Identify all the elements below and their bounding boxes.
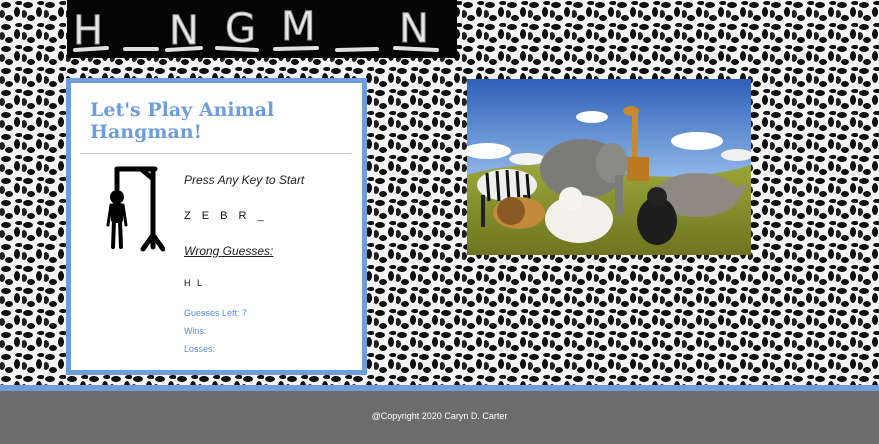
banner-letter: G	[225, 6, 256, 52]
start-prompt: Press Any Key to Start	[184, 173, 305, 187]
wrong-guesses-label: Wrong Guesses:	[184, 244, 274, 258]
footer: @Copyright 2020 Caryn D. Carter	[0, 391, 879, 444]
blank-underline	[165, 46, 203, 52]
blank-underline	[335, 47, 379, 52]
animals-illustration	[467, 79, 751, 255]
animals-group-image	[467, 79, 751, 255]
word-display: Z E B R _	[184, 210, 268, 222]
blank-underline	[273, 46, 319, 51]
guesses-left: Guesses Left: 7	[184, 308, 248, 318]
banner-letter: N	[399, 6, 429, 52]
blank-underline	[215, 46, 259, 52]
losses-count: Losses:	[184, 344, 216, 354]
wins-count: Wins:	[184, 326, 207, 336]
game-panel: Let's Play Animal Hangman! Press Any Key…	[66, 78, 367, 375]
banner-letter: M	[281, 4, 316, 50]
banner-letters: H N G M N	[73, 4, 439, 55]
title-divider	[80, 153, 351, 154]
wrong-guesses-letters: H L	[184, 278, 205, 288]
copyright-text: @Copyright 2020 Caryn D. Carter	[371, 411, 508, 421]
gallows-figure-icon	[106, 166, 165, 252]
blank-underline	[393, 46, 439, 52]
page-title: Let's Play Animal Hangman!	[90, 99, 275, 143]
title-banner: H N G M N	[67, 0, 457, 58]
blank-underline	[73, 46, 109, 52]
